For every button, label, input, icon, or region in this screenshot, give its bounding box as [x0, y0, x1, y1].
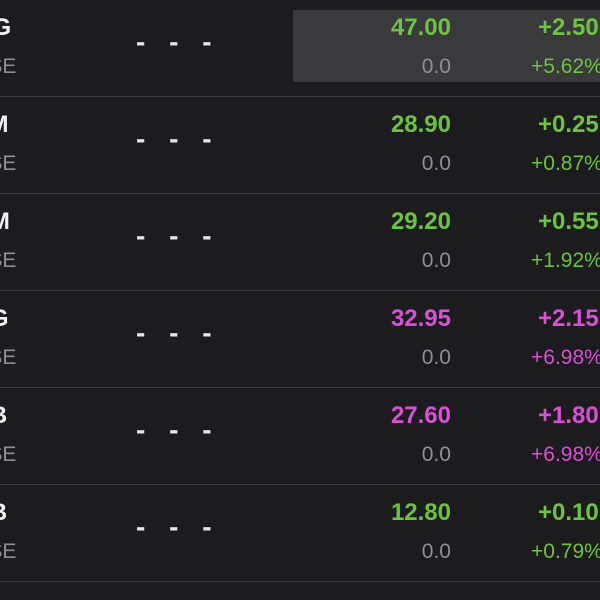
stock-list: MG OSE - - - 47.00 0.0 +2.50 +5.62% PM O…: [0, 0, 600, 600]
stock-price: 27.60: [390, 402, 451, 429]
stock-change-percent: +0.79%: [531, 540, 600, 563]
sparkline-placeholder: - - -: [136, 123, 220, 154]
sparkline-placeholder: - - -: [136, 511, 220, 542]
stock-change: +0.25: [538, 111, 599, 138]
stock-exchange: OSE: [0, 249, 17, 272]
stock-change-percent: +6.98%: [531, 346, 600, 369]
stock-volume: 0.0: [421, 55, 451, 78]
sparkline-placeholder: - - -: [136, 414, 220, 445]
stock-price: 47.00: [390, 14, 451, 41]
stock-change-percent: +6.98%: [531, 443, 600, 466]
stock-volume: 0.0: [421, 346, 451, 369]
stock-change: +2.15: [538, 305, 599, 332]
stock-change: +0.10: [538, 499, 599, 526]
stock-change: +1.80: [538, 402, 599, 429]
stock-change: +0.55: [538, 208, 599, 235]
stock-volume: 0.0: [421, 152, 451, 175]
stock-volume: 0.0: [421, 249, 451, 272]
stock-price: 28.90: [390, 111, 451, 138]
stock-change-percent: +1.92%: [531, 249, 600, 272]
stock-row[interactable]: BB OSE - - - 27.60 0.0 +1.80 +6.98%: [0, 388, 600, 485]
stock-symbol: MG: [0, 14, 12, 41]
stock-symbol: BB: [0, 402, 8, 430]
stock-exchange: OSE: [0, 540, 17, 563]
stock-row[interactable]: DG OSE - - - 32.95 0.0 +2.15 +6.98%: [0, 291, 600, 388]
sparkline-placeholder: - - -: [136, 26, 220, 57]
stock-exchange: OSE: [0, 346, 17, 369]
stock-symbol: CB: [0, 499, 8, 527]
stock-exchange: OSE: [0, 443, 17, 466]
stock-exchange: OSE: [0, 55, 17, 78]
stock-row[interactable]: CM OSE - - - 29.20 0.0 +0.55 +1.92%: [0, 194, 600, 291]
stock-change: +2.50: [538, 14, 599, 41]
sparkline-placeholder: - - -: [136, 317, 220, 348]
stock-price: 29.20: [390, 208, 451, 235]
stock-symbol: PM: [0, 111, 9, 139]
stock-exchange: OSE: [0, 152, 17, 175]
stock-volume: 0.0: [421, 540, 451, 563]
stock-change-percent: +5.62%: [531, 55, 600, 78]
stock-change-percent: +0.87%: [531, 152, 600, 175]
sparkline-placeholder: - - -: [136, 220, 220, 251]
stock-row[interactable]: PM OSE - - - 28.90 0.0 +0.25 +0.87%: [0, 97, 600, 194]
stock-volume: 0.0: [421, 443, 451, 466]
stock-symbol: CM: [0, 208, 10, 236]
stock-row[interactable]: MG OSE - - - 47.00 0.0 +2.50 +5.62%: [0, 0, 600, 97]
stock-symbol: DG: [0, 305, 9, 333]
stock-price: 12.80: [390, 499, 451, 526]
stock-price: 32.95: [390, 305, 451, 332]
stock-row[interactable]: CB OSE - - - 12.80 0.0 +0.10 +0.79%: [0, 485, 600, 582]
